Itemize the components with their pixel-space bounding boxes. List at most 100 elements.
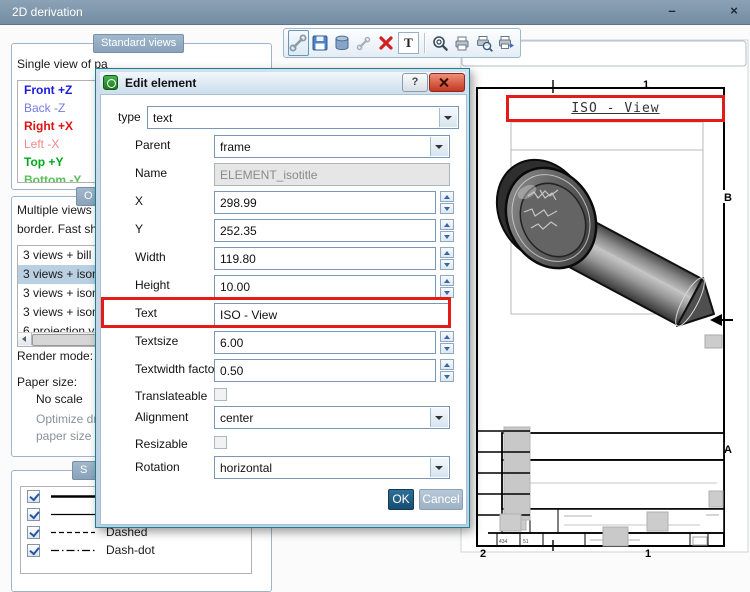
text-label: Text — [135, 306, 157, 320]
optimize-label-1: Optimize dra — [36, 412, 104, 426]
edit-wrench-icon[interactable] — [288, 30, 309, 56]
thick-line-sample-icon — [50, 494, 96, 499]
type-combobox[interactable]: text — [147, 106, 459, 129]
translateable-checkbox[interactable] — [214, 388, 227, 401]
save-icon[interactable] — [310, 30, 331, 56]
spin-down-icon[interactable] — [440, 259, 454, 270]
spin-down-icon[interactable] — [440, 231, 454, 242]
print-preview-icon[interactable] — [473, 30, 494, 56]
y-label: Y — [135, 222, 143, 236]
chevron-down-icon[interactable] — [430, 458, 448, 477]
print-setup-icon[interactable] — [495, 30, 516, 56]
spin-up-icon[interactable] — [440, 275, 454, 286]
name-field: ELEMENT_isotitle — [214, 163, 450, 186]
zoom-icon[interactable] — [430, 30, 451, 56]
wrench-icon[interactable] — [353, 30, 374, 56]
rotation-label: Rotation — [135, 460, 180, 474]
spin-down-icon[interactable] — [440, 343, 454, 354]
edit-element-dialog: Edit element ? type text Parent frame Na… — [95, 68, 470, 528]
no-scale-label: No scale — [36, 392, 83, 406]
dash-dot-line-checkbox[interactable] — [27, 544, 40, 557]
resizable-label: Resizable — [135, 437, 188, 451]
thin-line-sample-icon — [50, 512, 96, 517]
parent-combobox[interactable]: frame — [214, 135, 450, 158]
dashed-line-checkbox[interactable] — [27, 526, 40, 539]
zone-label-bottom-right: 1 — [645, 548, 651, 558]
list-item[interactable]: Dash-dot — [21, 541, 251, 559]
svg-text:434: 434 — [499, 539, 508, 545]
height-field[interactable]: 10.00 — [214, 275, 436, 298]
spin-up-icon[interactable] — [440, 191, 454, 202]
textsize-label: Textsize — [135, 334, 178, 348]
rotation-combobox[interactable]: horizontal — [214, 456, 450, 479]
svg-text:51: 51 — [523, 539, 529, 545]
svg-text:B: B — [724, 192, 732, 204]
placeholder-box — [705, 335, 722, 348]
chevron-down-icon[interactable] — [430, 137, 448, 156]
height-stepper[interactable] — [440, 275, 454, 298]
print-icon[interactable] — [452, 30, 473, 56]
window-title: 2D derivation — [12, 5, 83, 19]
standard-views-caption: Standard views — [93, 34, 184, 53]
ok-button[interactable]: OK — [388, 489, 414, 510]
resizable-checkbox[interactable] — [214, 436, 227, 449]
type-label: type — [118, 110, 141, 124]
spin-down-icon[interactable] — [440, 371, 454, 382]
dashed-line-sample-icon — [50, 530, 96, 535]
width-label: Width — [135, 250, 166, 264]
dialog-content: type text Parent frame Name ELEMENT_isot… — [100, 94, 467, 525]
x-field[interactable]: 298.99 — [214, 191, 436, 214]
thin-line-checkbox[interactable] — [27, 508, 40, 521]
thick-line-checkbox[interactable] — [27, 490, 40, 503]
svg-text:A: A — [724, 444, 732, 456]
optimize-label-2: paper size — [36, 429, 91, 443]
paper-size-label: Paper size: — [17, 375, 77, 389]
textwidth-factor-stepper[interactable] — [440, 359, 454, 382]
name-label: Name — [135, 166, 167, 180]
width-stepper[interactable] — [440, 247, 454, 270]
x-stepper[interactable] — [440, 191, 454, 214]
alignment-label: Alignment — [135, 410, 188, 424]
dialog-titlebar[interactable]: Edit element ? — [100, 72, 465, 93]
zone-label-top: 1 — [643, 79, 649, 91]
textsize-field[interactable]: 6.00 — [214, 331, 436, 354]
zone-label-b: B — [721, 190, 734, 204]
chevron-down-icon[interactable] — [430, 408, 448, 427]
help-button[interactable]: ? — [402, 73, 428, 92]
y-stepper[interactable] — [440, 219, 454, 242]
toolbar: T — [283, 28, 521, 58]
iso-view-title: ISO - View — [571, 101, 659, 116]
y-field[interactable]: 252.35 — [214, 219, 436, 242]
minimize-button[interactable]: – — [662, 2, 682, 20]
toolbar-separator — [424, 33, 426, 53]
window-close-button[interactable]: × — [724, 2, 744, 20]
text-tool-icon[interactable]: T — [397, 30, 420, 56]
delete-icon[interactable] — [375, 30, 396, 56]
dash-dot-line-sample-icon — [50, 548, 96, 553]
app-logo-icon — [103, 75, 118, 90]
height-label: Height — [135, 278, 170, 292]
cancel-button[interactable]: Cancel — [419, 489, 463, 510]
chevron-down-icon[interactable] — [439, 108, 457, 127]
alignment-combobox[interactable]: center — [214, 406, 450, 429]
textsize-stepper[interactable] — [440, 331, 454, 354]
textwidth-factor-field[interactable]: 0.50 — [214, 359, 436, 382]
spin-down-icon[interactable] — [440, 203, 454, 214]
scroll-left-arrow-icon[interactable] — [18, 333, 32, 345]
zone-label-bottom-left: 2 — [480, 548, 486, 558]
spin-down-icon[interactable] — [440, 287, 454, 298]
width-field[interactable]: 119.80 — [214, 247, 436, 270]
window-titlebar[interactable]: 2D derivation – × — [0, 0, 750, 25]
spin-up-icon[interactable] — [440, 331, 454, 342]
spin-up-icon[interactable] — [440, 359, 454, 370]
spin-up-icon[interactable] — [440, 247, 454, 258]
dialog-close-button[interactable] — [429, 73, 465, 92]
textwidth-factor-label: Textwidth factor — [135, 362, 218, 376]
text-field[interactable]: ISO - View — [214, 303, 450, 326]
iso-view-title-annotation: ISO - View — [506, 95, 725, 122]
render-mode-label: Render mode: — [17, 349, 93, 363]
parent-label: Parent — [135, 138, 170, 152]
translateable-label: Translateable — [135, 389, 207, 403]
spin-up-icon[interactable] — [440, 219, 454, 230]
database-icon[interactable] — [332, 30, 353, 56]
